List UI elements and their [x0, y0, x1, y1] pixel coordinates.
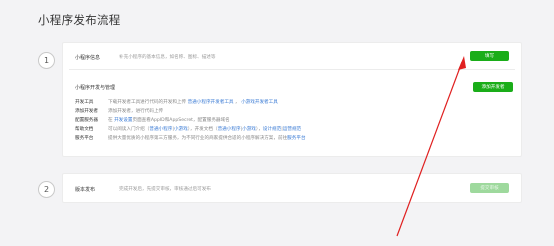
page-title: 小程序发布流程 [38, 13, 121, 27]
row-text: 提供大量优质的小程序第三方服务，为不同行业的商家提供合适的小程序解决方案，前往 [108, 136, 288, 141]
row-text: 页面查看AppID和AppSecret，配置服务器域名 [132, 118, 230, 123]
row-key: 开发工具 [75, 100, 94, 105]
link-intro-game[interactable]: 小游戏 [174, 127, 188, 132]
row-key: 服务平台 [75, 136, 94, 141]
link-dev-settings[interactable]: 开发设置 [114, 118, 132, 123]
link-ops-spec[interactable]: 运营规范 [283, 127, 301, 132]
add-developer-button[interactable]: 添加开发者 [473, 82, 513, 92]
step-name: 版本发布 [75, 187, 96, 193]
step-desc: 完成开发后，先提交审核，审核通过后可发布 [119, 187, 211, 192]
step-desc: 补充小程序的基本信息，如名称、图标、描述等 [119, 55, 216, 60]
row-key: 帮助文档 [75, 127, 94, 132]
link-docs-normal[interactable]: 普通小程序 [218, 127, 241, 132]
row-key: 添加开发者 [75, 109, 98, 114]
row-text: 下载开发者工具进行代码的开发和上传 [108, 100, 187, 105]
link-service-platform[interactable]: 服务平台 [287, 136, 305, 141]
link-game-tools[interactable]: 小游戏开发者工具 [241, 100, 278, 105]
row-dev-tools: 开发工具 下载开发者工具进行代码的开发和上传 普通小程序开发者工具 ， 小游戏开发… [75, 100, 278, 105]
submit-review-button[interactable]: 提交审核 [470, 183, 509, 193]
link-normal-tools[interactable]: 普通小程序开发者工具 [188, 100, 234, 105]
row-text: 添加开发者，进行代码上传 [108, 109, 164, 114]
divider [69, 69, 515, 70]
step-number-1: 1 [38, 52, 55, 69]
row-service-platform: 服务平台 提供大量优质的小程序第三方服务，为不同行业的商家提供合适的小程序解决方案… [75, 136, 306, 142]
step-card-release: 版本发布 完成开发后，先提交审核，审核通过后可发布 提交审核 [62, 173, 522, 203]
dev-section-title: 小程序开发与管理 [75, 85, 116, 91]
step-number-2: 2 [38, 181, 55, 198]
link-docs-game[interactable]: 小游戏 [242, 127, 256, 132]
step-card-info: 小程序信息 补充小程序的基本信息，如名称、图标、描述等 填写 小程序开发与管理 … [62, 42, 522, 157]
step-name: 小程序信息 [75, 55, 101, 61]
link-intro-normal[interactable]: 普通小程序 [149, 127, 172, 132]
link-design-spec[interactable]: 设计规范 [263, 127, 281, 132]
row-add-developer: 添加开发者 添加开发者，进行代码上传 [75, 109, 163, 115]
fill-button[interactable]: 填写 [470, 51, 509, 61]
row-key: 配置服务器 [75, 118, 98, 123]
row-server-config: 配置服务器在 开发设置页面查看AppID和AppSecret，配置服务器域名 [75, 118, 230, 123]
row-help-docs: 帮助文档 可以阅读入门介绍（普通小程序|小游戏），开发文档（普通小程序|小游戏），… [75, 127, 302, 132]
